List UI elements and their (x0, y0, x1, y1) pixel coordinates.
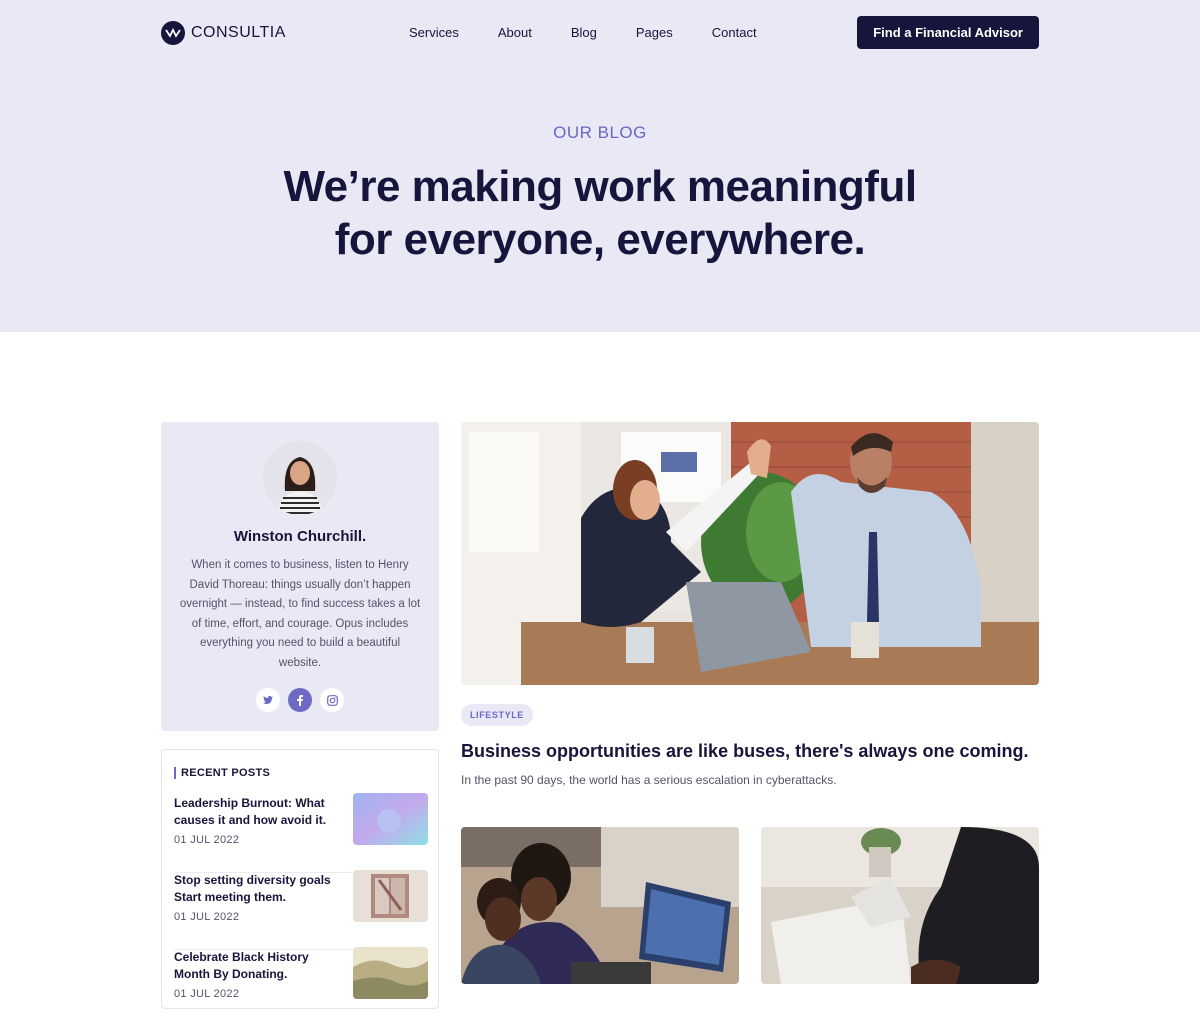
featured-article-excerpt: In the past 90 days, the world has a ser… (461, 773, 837, 787)
author-bio: When it comes to business, listen to Hen… (179, 559, 421, 669)
list-item[interactable]: Stop setting diversity goals Start meeti… (174, 870, 428, 950)
list-item[interactable]: Celebrate Black History Month By Donatin… (174, 947, 428, 1027)
featured-article-image[interactable] (461, 422, 1039, 685)
hero-headline: We’re making work meaningful for everyon… (250, 160, 950, 266)
post-date: 01 JUL 2022 (174, 911, 240, 923)
author-name: Winston Churchill. (233, 528, 367, 545)
top-nav: CONSULTIA Services About Blog Pages Cont… (161, 16, 1039, 50)
hero-headline-line-2: for everyone, everywhere. (334, 215, 866, 264)
post-thumbnail[interactable] (353, 793, 428, 845)
nav-link-blog[interactable]: Blog (571, 25, 597, 40)
facebook-icon[interactable] (288, 688, 312, 712)
post-title[interactable]: Leadership Burnout: What causes it and h… (174, 795, 344, 829)
nav-link-pages[interactable]: Pages (636, 25, 673, 40)
post-title[interactable]: Celebrate Black History Month By Donatin… (174, 949, 344, 983)
find-advisor-button[interactable]: Find a Financial Advisor (857, 16, 1039, 49)
nav-links: Services About Blog Pages Contact (409, 25, 796, 40)
author-avatar (263, 441, 337, 515)
post-thumbnail[interactable] (353, 947, 428, 999)
post-thumbnail[interactable] (353, 870, 428, 922)
brand-name: CONSULTIA (191, 24, 286, 41)
post-date: 01 JUL 2022 (174, 834, 240, 846)
social-links (256, 688, 344, 712)
recent-posts-title: RECENT POSTS (174, 767, 270, 779)
category-tag[interactable]: LIFESTYLE (461, 704, 533, 726)
hero-headline-line-1: We’re making work meaningful (283, 162, 917, 211)
post-title[interactable]: Stop setting diversity goals Start meeti… (174, 872, 344, 906)
featured-article-title[interactable]: Business opportunities are like buses, t… (461, 741, 1028, 762)
hero-eyebrow: OUR BLOG (553, 123, 647, 142)
post-date: 01 JUL 2022 (174, 988, 240, 1000)
logo-icon (161, 21, 185, 45)
recent-posts-widget: RECENT POSTS Leadership Burnout: What ca… (161, 749, 439, 1009)
article-card-image-1[interactable] (461, 827, 739, 984)
nav-link-about[interactable]: About (498, 25, 532, 40)
twitter-icon[interactable] (256, 688, 280, 712)
nav-link-contact[interactable]: Contact (712, 25, 757, 40)
hero-section: CONSULTIA Services About Blog Pages Cont… (0, 0, 1200, 332)
brand-logo[interactable]: CONSULTIA (161, 21, 286, 45)
list-item[interactable]: Leadership Burnout: What causes it and h… (174, 793, 428, 873)
author-card: Winston Churchill. When it comes to busi… (161, 422, 439, 731)
article-card-image-2[interactable] (761, 827, 1039, 984)
instagram-icon[interactable] (320, 688, 344, 712)
nav-link-services[interactable]: Services (409, 25, 459, 40)
